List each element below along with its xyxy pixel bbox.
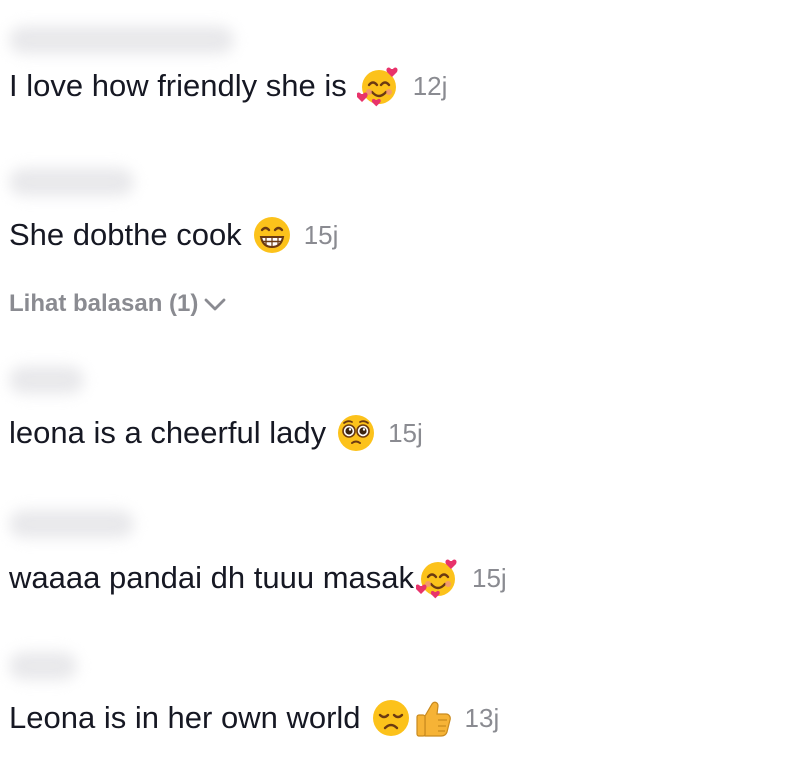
disappointed-face-icon (371, 698, 411, 738)
pleading-face-icon (336, 413, 376, 453)
username-blurred[interactable] (9, 26, 234, 54)
username-blurred[interactable] (9, 366, 84, 394)
username-blurred[interactable] (9, 168, 134, 196)
comment-body: I love how friendly she is 12j (9, 64, 797, 108)
comment-time: 15j (388, 418, 423, 448)
comment-time: 13j (464, 703, 500, 733)
chevron-down-icon (204, 290, 226, 318)
comment-text: Leona is in her own world (9, 700, 361, 735)
comment-body: She dobthe cook 15j (9, 215, 797, 255)
comment-body: waaaa pandai dh tuuu masak 15j (9, 556, 797, 600)
comment-item: waaaa pandai dh tuuu masak 15j (9, 510, 797, 600)
comment-body: leona is a cheerful lady 15j (9, 413, 797, 453)
beaming-face-icon (252, 215, 292, 255)
comment-item: I love how friendly she is 12j (9, 26, 797, 108)
comment-body: Leona is in her own world 13j (9, 698, 797, 738)
smiling-face-with-hearts-icon (356, 64, 401, 108)
username-blurred[interactable] (9, 510, 134, 538)
comment-time: 15j (303, 220, 339, 250)
username-blurred[interactable] (9, 652, 77, 680)
comment-time: 12j (412, 71, 448, 101)
comment-item: Leona is in her own world 13j (9, 652, 797, 738)
comment-text: leona is a cheerful lady (9, 415, 327, 450)
view-replies-label: Lihat balasan (1) (9, 290, 199, 317)
thumbs-up-icon (413, 698, 453, 738)
comment-item: She dobthe cook 15j (9, 168, 797, 255)
view-replies-button[interactable]: Lihat balasan (1) (9, 290, 226, 318)
comment-text: I love how friendly she is (9, 68, 347, 103)
comment-time: 15j (472, 563, 507, 593)
comment-item: leona is a cheerful lady 15j (9, 366, 797, 453)
smiling-face-with-hearts-icon (416, 556, 460, 600)
comment-text: She dobthe cook (9, 217, 242, 252)
comment-text: waaaa pandai dh tuuu masak (9, 560, 415, 595)
